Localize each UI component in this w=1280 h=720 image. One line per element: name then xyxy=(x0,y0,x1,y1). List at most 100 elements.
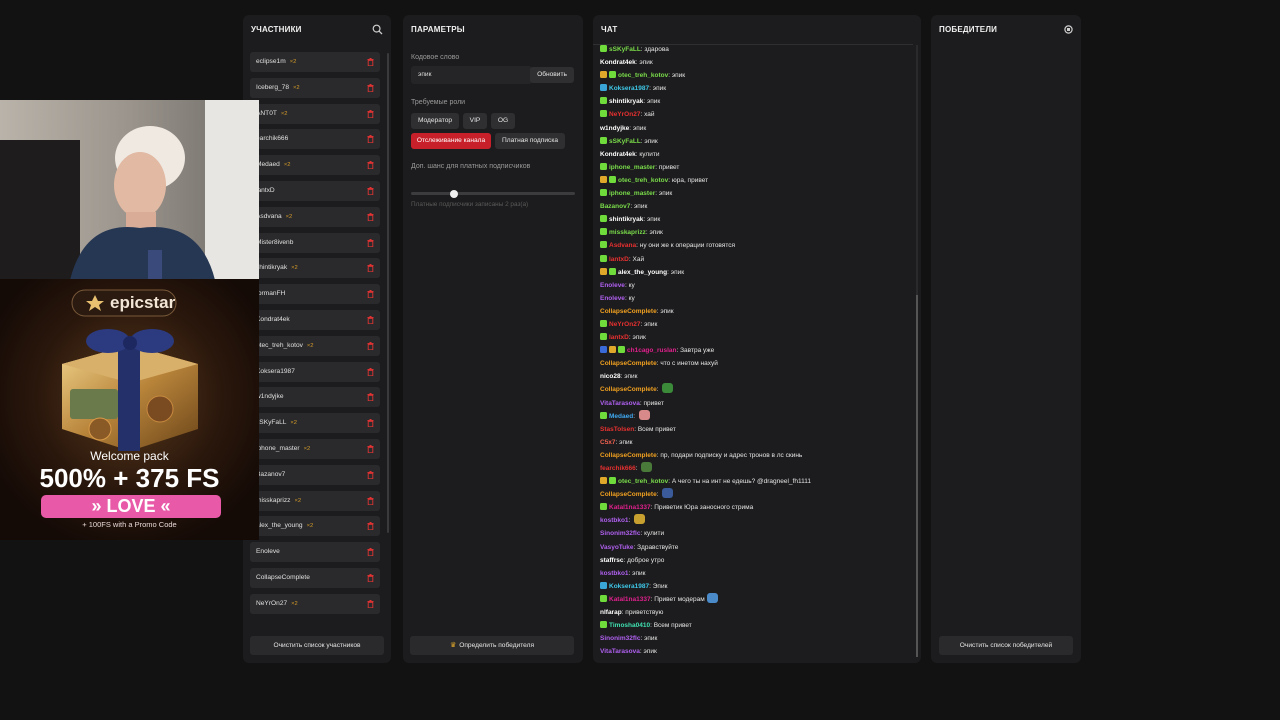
participant-row[interactable]: misskaprizz ×2 xyxy=(250,490,380,511)
participant-row[interactable]: NeYrOn27 ×2 xyxy=(250,593,380,614)
trash-icon[interactable] xyxy=(367,58,374,66)
chat-nick[interactable]: CollapseComplete xyxy=(600,386,657,393)
trash-icon[interactable] xyxy=(367,573,374,582)
participant-row[interactable]: Mister8ivenb xyxy=(250,232,380,253)
chat-nick[interactable]: fearchik666 xyxy=(600,465,636,472)
trash-icon[interactable] xyxy=(367,444,374,453)
chat-nick[interactable]: misskaprizz xyxy=(609,229,646,236)
chat-nick[interactable]: Enoleve xyxy=(600,295,625,302)
trash-icon[interactable] xyxy=(367,290,374,299)
chat-nick[interactable]: w1ndyjke xyxy=(600,125,629,132)
chat-nick[interactable]: CollapseComplete xyxy=(600,452,657,459)
chat-nick[interactable]: staffrsc xyxy=(600,557,623,564)
participant-row[interactable]: eclipse1m ×2 xyxy=(250,52,380,72)
trash-icon[interactable] xyxy=(367,264,374,273)
participant-scrollbar[interactable] xyxy=(387,53,389,533)
trash-icon[interactable] xyxy=(367,135,374,144)
ad-banner[interactable]: epicstar Welcome pack 500% + 375 FS » LO… xyxy=(0,279,259,540)
participant-row[interactable]: Iceberg_78 ×2 xyxy=(250,77,380,98)
participant-row[interactable]: otec_treh_kotov ×2 xyxy=(250,335,380,356)
chat-nick[interactable]: Bazanov7 xyxy=(600,203,630,210)
chat-nick[interactable]: C5x7 xyxy=(600,439,616,446)
bonus-chance-slider[interactable] xyxy=(411,189,575,198)
track-channel-button[interactable]: Отслеживание канала xyxy=(411,133,491,149)
participant-row[interactable]: Koksera1987 xyxy=(250,361,380,382)
clear-participants-button[interactable]: Очистить список участников xyxy=(250,636,384,655)
chat-nick[interactable]: VitaTarasova xyxy=(600,648,640,655)
trash-icon[interactable] xyxy=(367,496,374,505)
participant-row[interactable]: lantxD xyxy=(250,180,380,201)
chat-nick[interactable]: otec_treh_kotov xyxy=(618,177,668,184)
participant-row[interactable]: w1ndyjke xyxy=(250,387,380,408)
chat-nick[interactable]: NeYrOn27 xyxy=(609,111,640,118)
participant-row[interactable]: earchik666 xyxy=(250,129,380,150)
chat-nick[interactable]: Timosha0410 xyxy=(609,622,650,629)
chat-nick[interactable]: otec_treh_kotov xyxy=(618,72,668,79)
chat-nick[interactable]: NeYrOn27 xyxy=(609,321,640,328)
trash-icon[interactable] xyxy=(367,186,374,195)
participant-row[interactable]: shintikryak ×2 xyxy=(250,258,380,279)
chat-nick[interactable]: lantxD xyxy=(609,256,629,263)
chat-nick[interactable]: ch1cago_ruslan xyxy=(627,347,677,354)
participant-row[interactable]: Asdvana ×2 xyxy=(250,206,380,227)
trash-icon[interactable] xyxy=(367,83,374,92)
chat-scroll-thumb[interactable] xyxy=(916,295,918,657)
participant-row[interactable]: alex_the_young ×2 xyxy=(250,516,380,537)
trash-icon[interactable] xyxy=(367,161,374,170)
chat-nick[interactable]: nlfarap xyxy=(600,609,622,616)
chat-nick[interactable]: Asdvana xyxy=(609,242,636,249)
chat-nick[interactable]: Koksera1987 xyxy=(609,85,649,92)
trash-icon[interactable] xyxy=(367,238,374,247)
chat-nick[interactable]: Katal1na1337 xyxy=(609,504,651,511)
role-og-button[interactable]: OG xyxy=(491,113,515,129)
chat-nick[interactable]: nico28 xyxy=(600,373,621,380)
trash-icon[interactable] xyxy=(367,109,374,118)
chat-nick[interactable]: iphone_master xyxy=(609,164,655,171)
chat-nick[interactable]: shintikryak xyxy=(609,98,643,105)
chat-nick[interactable]: Enoleve xyxy=(600,282,625,289)
trash-icon[interactable] xyxy=(367,522,374,531)
participant-row[interactable]: Bazanov7 xyxy=(250,464,380,485)
chat-nick[interactable]: otec_treh_kotov xyxy=(618,478,668,485)
ad-promo-code[interactable]: » LOVE « xyxy=(41,495,221,518)
chat-nick[interactable]: sSKyFaLL xyxy=(609,46,641,53)
chat-nick[interactable]: VitaTarasova xyxy=(600,400,640,407)
participant-row[interactable]: Medaed ×2 xyxy=(250,155,380,176)
participant-row[interactable]: iphone_master ×2 xyxy=(250,438,380,459)
chat-nick[interactable]: CollapseComplete xyxy=(600,491,657,498)
trash-icon[interactable] xyxy=(367,315,374,324)
update-button[interactable]: Обновить xyxy=(530,67,574,83)
chat-nick[interactable]: kostbko1 xyxy=(600,517,629,524)
chat-nick[interactable]: CollapseComplete xyxy=(600,360,657,367)
chat-nick[interactable]: shintikryak xyxy=(609,216,643,223)
chat-nick[interactable]: Sinonim32flc xyxy=(600,635,640,642)
search-icon[interactable] xyxy=(372,24,383,35)
role-vip-button[interactable]: VIP xyxy=(463,113,487,129)
trash-icon[interactable] xyxy=(367,367,374,376)
participant-row[interactable]: Enoleve xyxy=(250,542,380,563)
chat-nick[interactable]: Katal1na1337 xyxy=(609,596,651,603)
trash-icon[interactable] xyxy=(367,341,374,350)
chat-nick[interactable]: Medaed xyxy=(609,413,633,420)
chat-nick[interactable]: Sinonim32flc xyxy=(600,530,640,537)
paid-subscription-button[interactable]: Платная подписка xyxy=(495,133,565,149)
chat-nick[interactable]: lantxD xyxy=(609,334,629,341)
participant-row[interactable]: Kondrat4ek xyxy=(250,309,380,330)
chat-nick[interactable]: iphone_master xyxy=(609,190,655,197)
trash-icon[interactable] xyxy=(367,419,374,428)
chat-nick[interactable]: sSKyFaLL xyxy=(609,138,641,145)
determine-winner-button[interactable]: ♛ Определить победителя xyxy=(410,636,574,655)
role-moderator-button[interactable]: Модератор xyxy=(411,113,459,129)
participant-row[interactable]: formanFH xyxy=(250,284,380,305)
trash-icon[interactable] xyxy=(367,548,374,557)
chat-nick[interactable]: Koksera1987 xyxy=(609,583,649,590)
chat-scrollbar[interactable] xyxy=(916,45,918,657)
slider-knob[interactable] xyxy=(449,189,458,198)
refresh-icon[interactable] xyxy=(1063,24,1074,35)
chat-nick[interactable]: Kondrat4ek xyxy=(600,151,636,158)
trash-icon[interactable] xyxy=(367,470,374,479)
participant-row[interactable]: CollapseComplete xyxy=(250,567,380,588)
chat-nick[interactable]: StasTolsen xyxy=(600,426,634,433)
chat-nick[interactable]: kostbko1 xyxy=(600,570,629,577)
chat-nick[interactable]: alex_the_young xyxy=(618,269,667,276)
